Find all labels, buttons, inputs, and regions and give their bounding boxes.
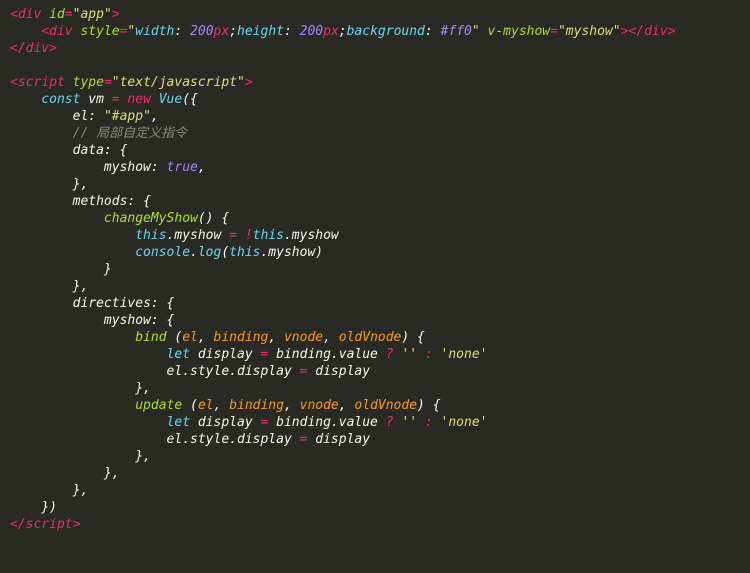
code-line: <div style="width: 200px;height: 200px;b…	[10, 24, 675, 39]
code-block: <div id="app"> <div style="width: 200px;…	[0, 0, 750, 539]
code-line: let display = binding.value ? '' : 'none…	[10, 347, 487, 362]
code-line: methods: {	[10, 194, 151, 209]
code-line: })	[10, 500, 57, 515]
code-line: </div>	[10, 41, 57, 56]
code-line: </script>	[10, 517, 80, 532]
code-line: },	[10, 466, 120, 481]
code-line: update (el, binding, vnode, oldVnode) {	[10, 398, 441, 413]
code-line: }	[10, 262, 112, 277]
code-line: directives: {	[10, 296, 174, 311]
code-line: el.style.display = display	[10, 432, 370, 447]
code-line: },	[10, 279, 88, 294]
code-line: <script type="text/javascript">	[10, 75, 253, 90]
code-line: },	[10, 381, 151, 396]
code-line: this.myshow = !this.myshow	[10, 228, 339, 243]
code-line: <div id="app">	[10, 7, 120, 22]
code-line: bind (el, binding, vnode, oldVnode) {	[10, 330, 425, 345]
code-line: },	[10, 177, 88, 192]
code-line: changeMyShow() {	[10, 211, 229, 226]
code-line: // 局部自定义指令	[10, 126, 187, 141]
code-line: },	[10, 449, 151, 464]
code-line: data: {	[10, 143, 127, 158]
code-line: el.style.display = display	[10, 364, 370, 379]
code-line: const vm = new Vue({	[10, 92, 198, 107]
code-line: },	[10, 483, 88, 498]
code-line: el: "#app",	[10, 109, 159, 124]
code-line: console.log(this.myshow)	[10, 245, 323, 260]
code-line: let display = binding.value ? '' : 'none…	[10, 415, 487, 430]
code-line: myshow: true,	[10, 160, 206, 175]
code-line: myshow: {	[10, 313, 174, 328]
